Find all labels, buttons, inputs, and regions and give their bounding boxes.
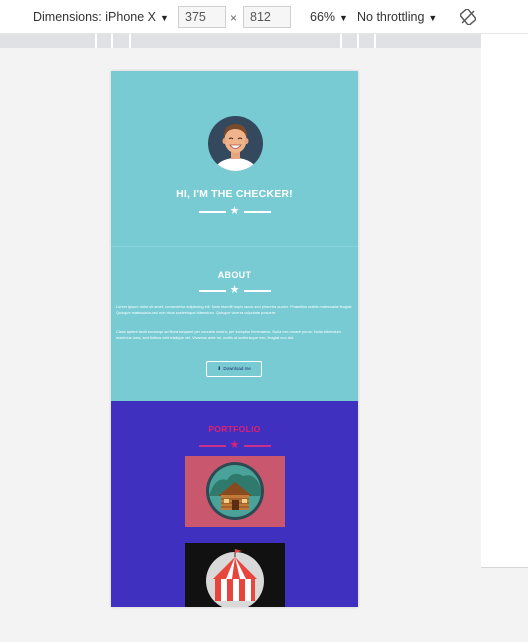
about-paragraph: Class aptent taciti sociosqu ad litora t… bbox=[116, 329, 341, 340]
ruler-tick bbox=[95, 34, 97, 48]
throttling-dropdown[interactable]: No throttling ▼ bbox=[357, 10, 437, 24]
dimensions-label: Dimensions: iPhone X bbox=[33, 10, 156, 24]
phone-viewport: HI, I'M THE CHECKER! ★ ABOUT ★ Lorem ips… bbox=[111, 71, 358, 607]
caret-down-icon: ▼ bbox=[339, 13, 348, 23]
height-input[interactable] bbox=[243, 6, 291, 28]
media-query-ruler bbox=[0, 34, 481, 48]
portfolio-title: PORTFOLIO bbox=[208, 424, 261, 434]
caret-down-icon: ▼ bbox=[428, 13, 438, 23]
hero-divider: ★ bbox=[111, 205, 358, 217]
star-icon: ★ bbox=[229, 284, 240, 296]
rotate-icon[interactable] bbox=[460, 9, 476, 25]
zoom-label: 66% bbox=[310, 10, 336, 24]
about-title: ABOUT bbox=[217, 270, 252, 280]
ruler-tick bbox=[129, 34, 131, 48]
divider-line bbox=[199, 445, 226, 447]
ruler-tick bbox=[374, 34, 376, 48]
divider-line bbox=[244, 445, 271, 447]
ruler-tick bbox=[111, 34, 113, 48]
portfolio-section: PORTFOLIO ★ bbox=[111, 401, 358, 607]
download-button[interactable]: ⬇ Download me bbox=[206, 361, 262, 377]
divider-line bbox=[199, 290, 226, 292]
divider-line bbox=[199, 211, 226, 213]
hero-title: HI, I'M THE CHECKER! bbox=[176, 188, 293, 200]
throttling-label: No throttling bbox=[357, 10, 425, 24]
width-input[interactable] bbox=[178, 6, 226, 28]
star-icon: ★ bbox=[229, 439, 240, 451]
portfolio-divider: ★ bbox=[111, 439, 358, 451]
download-icon: ⬇ bbox=[217, 366, 222, 372]
caret-down-icon: ▼ bbox=[159, 13, 169, 23]
devtools-device-toolbar: Dimensions: iPhone X▼ × 66%▼ No throttli… bbox=[0, 0, 528, 34]
ruler-tick bbox=[357, 34, 359, 48]
star-icon: ★ bbox=[229, 205, 240, 217]
about-paragraph: Lorem ipsum dolor sit amet, consectetur … bbox=[116, 304, 353, 315]
about-section: ABOUT ★ Lorem ipsum dolor sit amet, cons… bbox=[111, 246, 358, 401]
devtools-side-pane bbox=[481, 34, 528, 568]
times-sign: × bbox=[230, 11, 238, 25]
avatar bbox=[208, 116, 263, 171]
hero-section: HI, I'M THE CHECKER! ★ bbox=[111, 71, 358, 246]
about-divider: ★ bbox=[111, 284, 358, 296]
cabin-icon bbox=[206, 462, 264, 520]
zoom-dropdown[interactable]: 66% ▼ bbox=[310, 10, 348, 24]
dimensions-dropdown[interactable]: Dimensions: iPhone X ▼ bbox=[33, 10, 169, 24]
circus-tent-icon bbox=[206, 549, 264, 607]
divider-line bbox=[244, 211, 271, 213]
download-button-label: Download me bbox=[223, 366, 251, 371]
ruler-tick bbox=[340, 34, 342, 48]
portfolio-item-cabin[interactable] bbox=[185, 456, 285, 527]
portfolio-item-circus[interactable] bbox=[185, 543, 285, 607]
divider-line bbox=[244, 290, 271, 292]
